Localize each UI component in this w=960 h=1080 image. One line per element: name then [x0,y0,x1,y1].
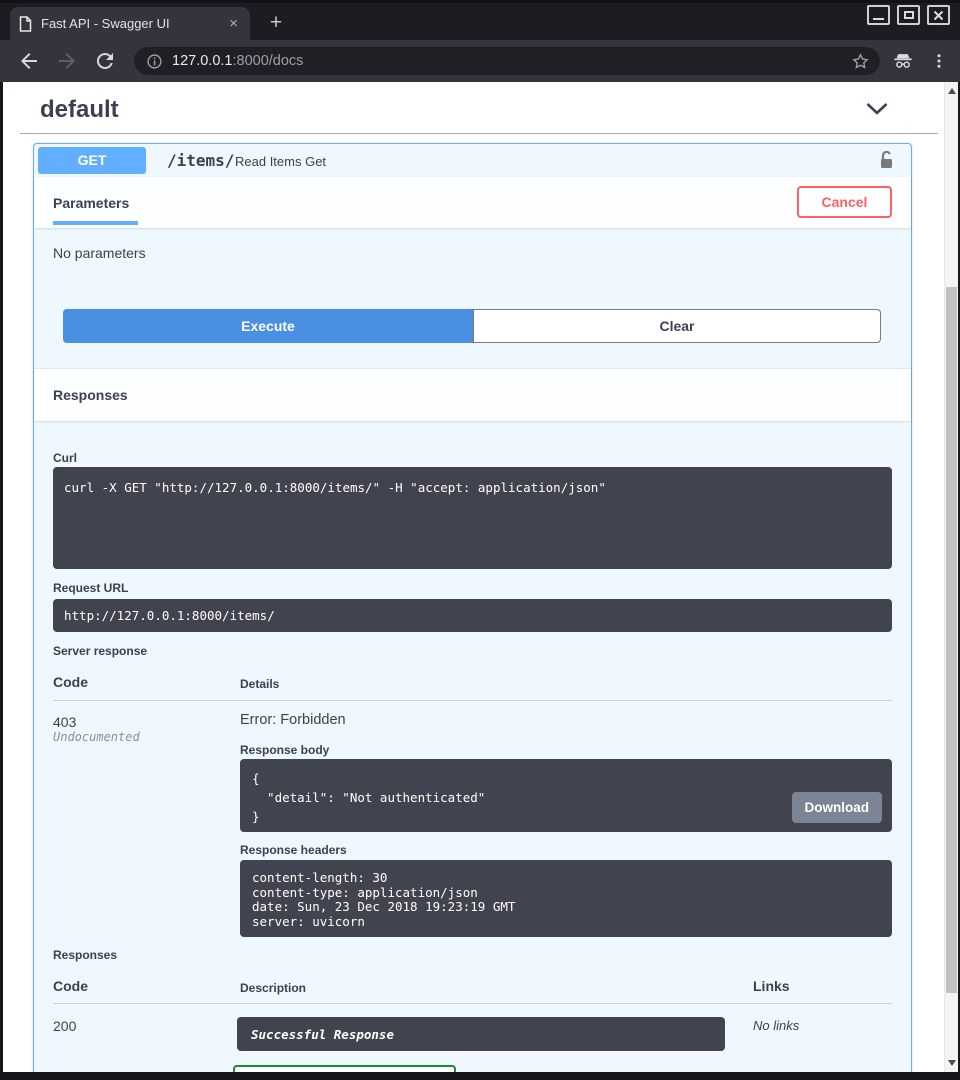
close-icon [933,10,944,21]
responses-table-label: Responses [53,948,117,962]
undocumented-note: Undocumented [53,730,140,744]
server-response-label: Server response [53,644,147,658]
tag-section-title[interactable]: default [40,96,119,124]
operation-path[interactable]: /items/ [167,151,234,170]
method-badge: GET [38,147,146,174]
site-info-icon[interactable] [146,53,163,70]
status-code-200: 200 [53,1018,76,1034]
url-path: :8000/docs [232,53,303,69]
response-200-links: No links [753,1018,799,1033]
execute-button[interactable]: Execute [63,309,473,343]
request-url-label: Request URL [53,581,128,595]
browser-window: Fast API - Swagger UI × + [0,0,960,1080]
close-button[interactable] [927,5,950,25]
forward-icon[interactable] [55,49,79,73]
browser-tab[interactable]: Fast API - Swagger UI × [10,7,250,40]
error-forbidden-text: Error: Forbidden [240,712,346,728]
url-text[interactable]: 127.0.0.1:8000/docs [172,53,851,69]
reload-icon[interactable] [93,49,117,73]
server-response-divider [53,700,892,701]
page-favicon-icon [19,16,32,32]
server-response-col-details: Details [240,677,279,691]
responses-col-description: Description [240,981,306,995]
tab-parameters-underline [53,221,138,225]
response-headers-block: content-length: 30 content-type: applica… [240,860,892,937]
parameters-section-header: Parameters Cancel [34,177,911,228]
media-type-select[interactable] [233,1065,456,1072]
request-url-block: http://127.0.0.1:8000/items/ [53,599,892,632]
responses-section-header: Responses [34,368,911,421]
chevron-down-icon[interactable] [865,102,889,116]
maximize-icon [904,11,914,19]
back-icon[interactable] [17,49,41,73]
responses-table-divider [53,1003,892,1004]
opblock-get-items: GET /items/ Read Items Get Parameters Ca… [33,143,912,1072]
scrollbar-down-arrow-icon[interactable] [948,1060,956,1066]
tab-parameters[interactable]: Parameters [53,195,129,211]
tag-divider [20,133,938,134]
responses-col-code: Code [53,978,88,994]
titlebar: Fast API - Swagger UI × + [0,0,960,40]
page-scrollbar[interactable] [944,82,958,1072]
maximize-button[interactable] [897,5,920,25]
download-button[interactable]: Download [792,792,883,823]
new-tab-button[interactable]: + [263,10,289,36]
no-parameters-text: No parameters [53,245,146,261]
status-code-403: 403 [53,714,76,730]
tab-close-icon[interactable]: × [226,16,241,31]
page-viewport: default GET /items/ Read Items Get [3,82,958,1072]
incognito-icon [892,50,914,72]
scrollbar-thumb[interactable] [946,287,957,993]
scrollbar-up-arrow-icon[interactable] [948,88,956,94]
clear-button[interactable]: Clear [473,309,881,343]
titlebar-top-edge [0,0,960,3]
response-body-label: Response body [240,743,329,757]
cancel-button[interactable]: Cancel [797,186,892,218]
minimize-icon [873,18,884,20]
tab-title: Fast API - Swagger UI [41,16,226,31]
auth-lock-icon[interactable] [879,150,894,170]
operation-summary-text: Read Items Get [235,154,326,169]
curl-code-block[interactable]: curl -X GET "http://127.0.0.1:8000/items… [53,467,892,569]
browser-toolbar: 127.0.0.1:8000/docs [0,40,960,82]
url-host: 127.0.0.1 [172,53,232,69]
request-url-value: http://127.0.0.1:8000/items/ [64,608,881,623]
minimize-button[interactable] [867,5,890,25]
curl-label: Curl [53,451,77,465]
response-200-description-block: Successful Response [237,1017,725,1051]
window-controls [867,5,950,25]
menu-dots-icon[interactable] [930,52,948,70]
response-body-json: { "detail": "Not authenticated" } [252,769,880,826]
swagger-content: default GET /items/ Read Items Get [3,82,944,1072]
response-200-description: Successful Response [251,1027,394,1042]
server-response-col-code: Code [53,674,88,690]
opblock-summary[interactable]: GET /items/ Read Items Get [34,144,911,177]
bookmark-star-icon[interactable] [851,52,870,71]
curl-command: curl -X GET "http://127.0.0.1:8000/items… [64,480,881,495]
toolbar-right [892,50,948,72]
response-headers-text: content-length: 30 content-type: applica… [252,871,880,929]
responses-col-links: Links [753,978,790,994]
response-headers-label: Response headers [240,843,347,857]
responses-header-label: Responses [53,387,128,403]
address-bar[interactable]: 127.0.0.1:8000/docs [134,47,880,75]
response-body-block: { "detail": "Not authenticated" } Downlo… [240,759,892,832]
